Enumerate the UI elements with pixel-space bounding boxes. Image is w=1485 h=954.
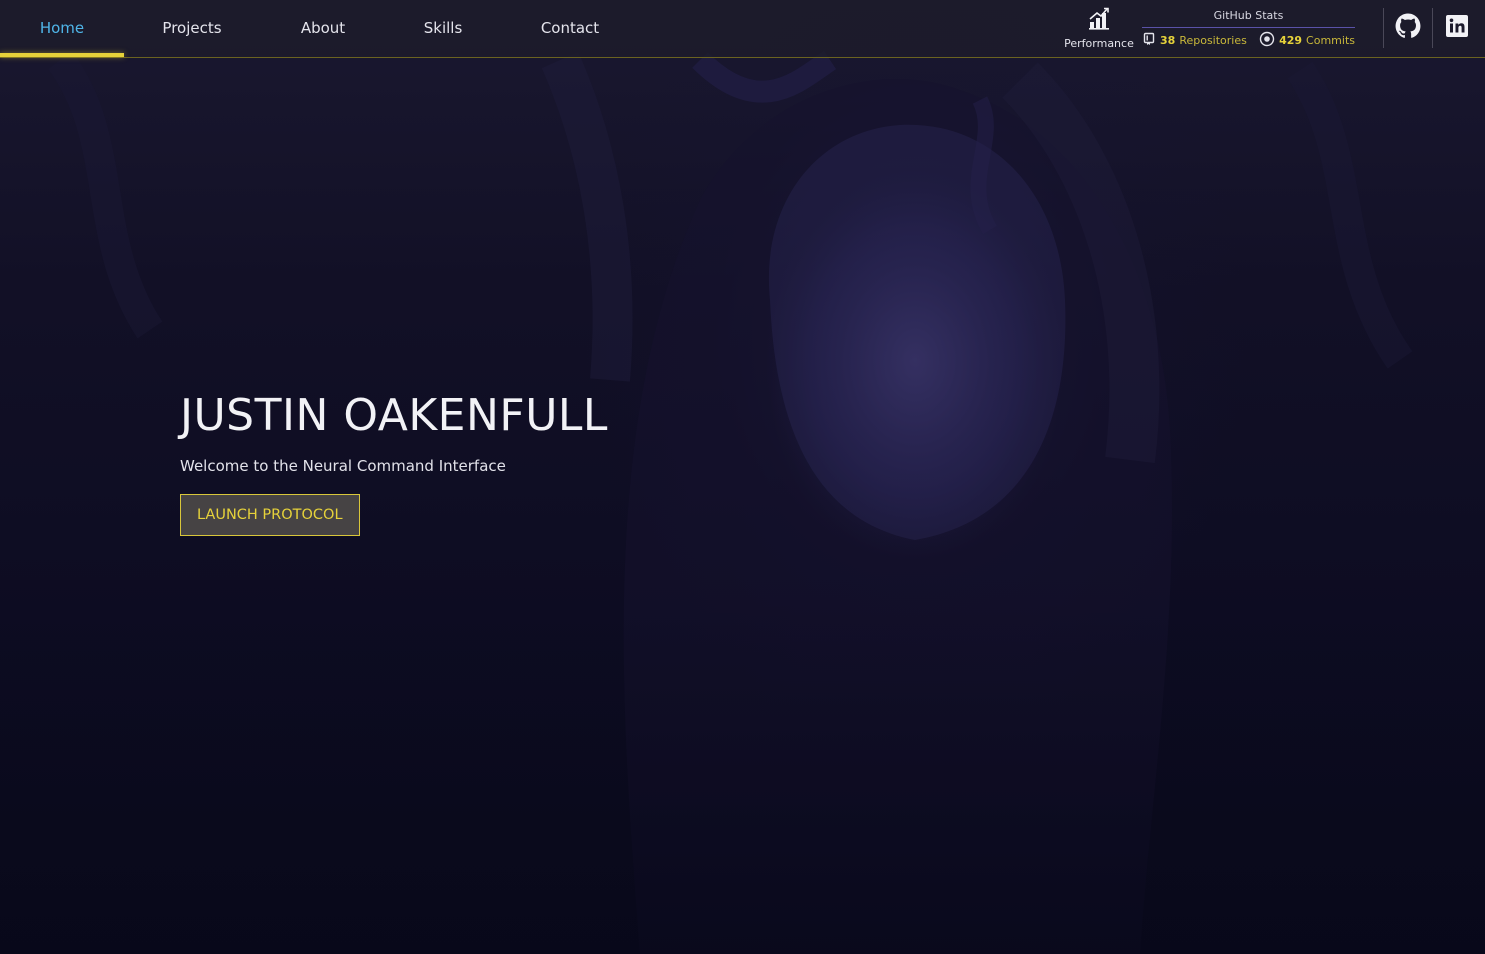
repositories-label: Repositories xyxy=(1179,34,1247,47)
hero-subtitle: Welcome to the Neural Command Interface xyxy=(180,457,506,475)
commits-count: 429 xyxy=(1279,34,1303,47)
commits-stat: 429 Commits xyxy=(1259,31,1355,50)
divider xyxy=(1383,8,1384,48)
nav-item-projects[interactable]: Projects xyxy=(124,0,260,56)
chart-bar-icon xyxy=(1087,6,1111,34)
hero-section: JUSTIN OAKENFULL Welcome to the Neural C… xyxy=(180,390,608,536)
nav-item-contact[interactable]: Contact xyxy=(500,0,640,56)
github-stats-title: GitHub Stats xyxy=(1142,8,1355,28)
nav-item-home[interactable]: Home xyxy=(0,0,124,57)
commit-icon xyxy=(1259,31,1275,50)
repo-icon xyxy=(1142,32,1156,49)
github-link[interactable] xyxy=(1394,13,1422,43)
performance-label: Performance xyxy=(1064,37,1134,50)
performance-button[interactable]: Performance xyxy=(1062,6,1136,50)
linkedin-link[interactable] xyxy=(1443,14,1471,42)
linkedin-icon xyxy=(1445,14,1469,42)
divider xyxy=(1432,8,1433,48)
hero-title: JUSTIN OAKENFULL xyxy=(180,390,608,441)
nav-item-about[interactable]: About xyxy=(260,0,386,56)
github-stats-panel: GitHub Stats 38 Repositories 429 Commits xyxy=(1142,8,1355,50)
repositories-stat: 38 Repositories xyxy=(1142,31,1247,50)
main-nav: Home Projects About Skills Contact xyxy=(0,0,640,57)
top-navigation-bar: Home Projects About Skills Contact Perfo… xyxy=(0,0,1485,58)
commits-label: Commits xyxy=(1306,34,1355,47)
github-icon xyxy=(1395,13,1421,43)
nav-item-skills[interactable]: Skills xyxy=(386,0,500,56)
repositories-count: 38 xyxy=(1160,34,1176,47)
page: Home Projects About Skills Contact Perfo… xyxy=(0,0,1485,954)
launch-protocol-button[interactable]: LAUNCH PROTOCOL xyxy=(180,494,360,536)
github-stats-row: 38 Repositories 429 Commits xyxy=(1142,31,1355,50)
